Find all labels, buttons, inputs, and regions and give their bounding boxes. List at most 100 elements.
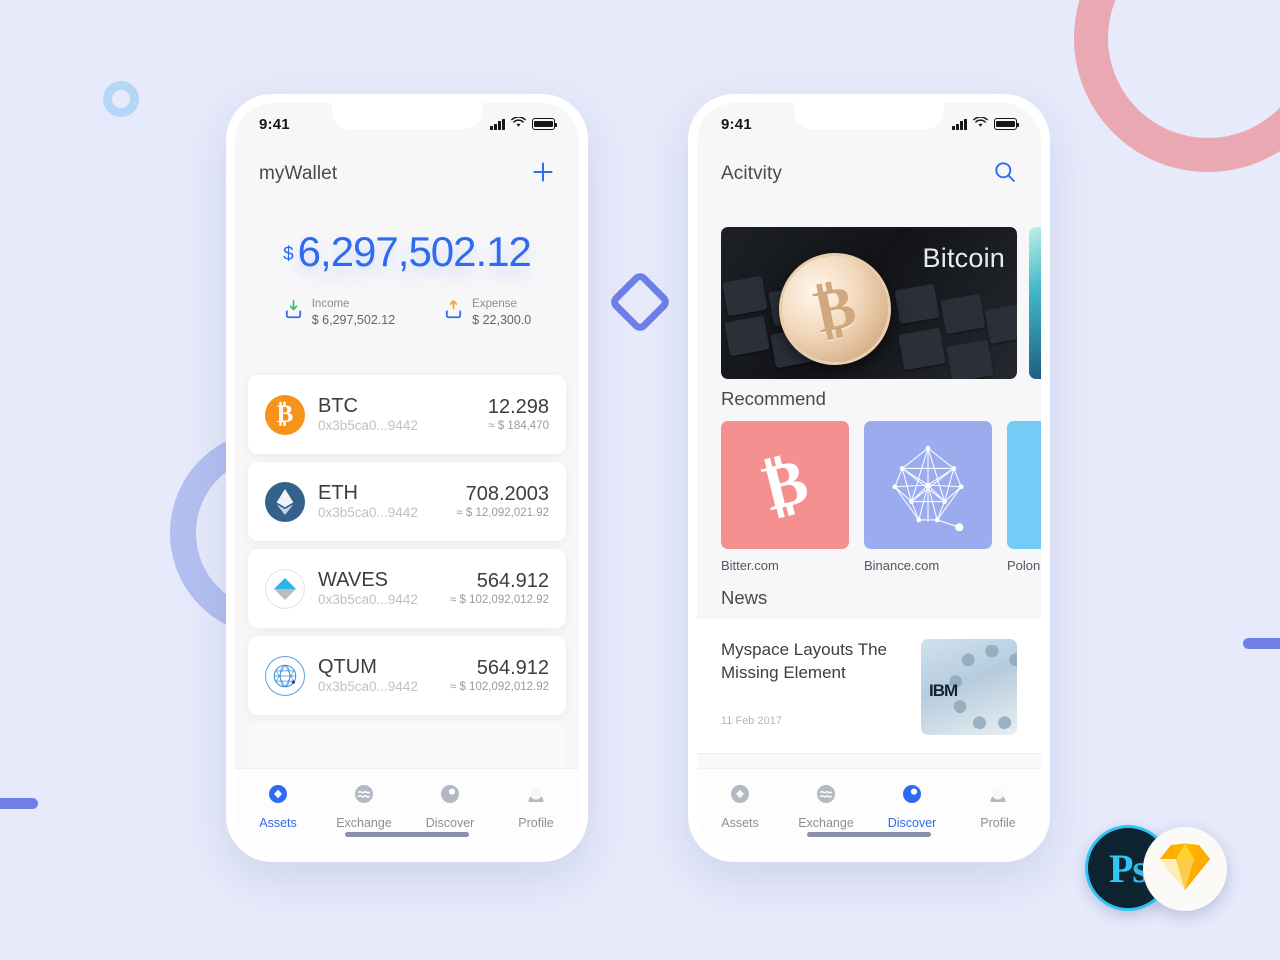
asset-fiat-value: ≈ $ 12,092,021.92 <box>456 506 549 519</box>
expense-texts: Expense $ 22,300.0 <box>472 297 531 328</box>
balance-amount: 6,297,502.12 <box>297 228 532 275</box>
keyboard-key <box>722 275 768 317</box>
tab-label: Profile <box>980 816 1016 830</box>
list-item[interactable]: Polonie <box>1007 421 1041 573</box>
balance-currency: $ <box>283 244 294 265</box>
tab-label: Discover <box>425 816 475 830</box>
news-date: 11 Feb 2017 <box>721 714 782 727</box>
balance-section: $ 6,297,502.12 Income $ 6,297,502.12 Exp… <box>235 231 579 328</box>
tab-label: Exchange <box>336 816 392 830</box>
asset-identity: ETH 0x3b5ca0...9442 <box>318 482 443 521</box>
ibm-logo-icon: IBM <box>929 681 958 700</box>
tab-exchange[interactable]: Exchange <box>783 783 869 830</box>
tab-exchange[interactable]: Exchange <box>321 783 407 830</box>
discover-app-bar: Acitvity <box>697 145 1041 203</box>
keyboard-key <box>946 339 994 379</box>
asset-address: 0x3b5ca0...9442 <box>318 591 418 607</box>
qtum-coin-icon <box>265 655 305 696</box>
software-badges: Ps <box>1085 825 1235 917</box>
tab-label: Discover <box>887 816 937 830</box>
asset-amount: 564.912 <box>476 570 549 593</box>
bottom-tab-bar: Assets Exchange Discover Profile <box>235 769 579 853</box>
expense-value: $ 22,300.0 <box>472 312 532 327</box>
asset-values: 12.298 ≈ $ 184,470 <box>488 396 549 433</box>
sketch-badge <box>1143 827 1227 911</box>
phone-mockup-discover: 9:41 Acitvity ₿ Bitcoin Recommend ₿ Bitt… <box>688 94 1050 862</box>
discover-screen: 9:41 Acitvity ₿ Bitcoin Recommend ₿ Bitt… <box>697 103 1041 853</box>
tab-label: Exchange <box>798 816 854 830</box>
sketch-diamond-icon <box>1158 842 1212 897</box>
signal-bars-icon <box>952 118 967 130</box>
asset-fiat-value: ≈ $ 102,092,012.92 <box>449 593 549 606</box>
asset-address: 0x3b5ca0...9442 <box>318 417 418 433</box>
banner-bitcoin[interactable]: ₿ Bitcoin <box>721 227 1017 379</box>
keyboard-key <box>898 327 946 371</box>
asset-amount: 564.912 <box>476 657 549 680</box>
tab-assets[interactable]: Assets <box>697 783 783 830</box>
asset-address: 0x3b5ca0...9442 <box>318 504 418 520</box>
phone-notch <box>332 103 482 129</box>
plus-icon[interactable] <box>531 160 555 189</box>
assets-icon <box>267 783 289 810</box>
phone-mockup-wallet: 9:41 myWallet $ 6,297,502.12 Income $ 6,… <box>226 94 588 862</box>
asset-fiat-value: ≈ $ 184,470 <box>488 419 549 432</box>
income-expense-row: Income $ 6,297,502.12 Expense $ 22,300.0 <box>235 297 579 328</box>
banner-carousel[interactable]: ₿ Bitcoin <box>697 227 1041 379</box>
income-texts: Income $ 6,297,502.12 <box>312 297 395 328</box>
asset-symbol: ETH <box>318 482 358 505</box>
recommend-list: ₿ Bitter.com Binance.com Polon <box>697 421 1041 573</box>
bottom-tab-bar: Assets Exchange Discover Profile <box>697 769 1041 853</box>
left-blue-bar-decoration <box>0 798 38 809</box>
battery-icon <box>994 118 1020 130</box>
bitcoin-symbol-icon: ₿ <box>721 421 849 549</box>
signal-bars-icon <box>490 118 505 130</box>
asset-list: ₿ BTC 0x3b5ca0...9442 12.298 ≈ $ 184,470 <box>235 375 579 810</box>
waves-coin-icon <box>265 568 305 609</box>
wifi-icon <box>511 115 526 133</box>
status-time: 9:41 <box>259 115 290 133</box>
page-title: Acitvity <box>721 163 782 184</box>
pink-ring-decoration <box>1074 0 1280 172</box>
asset-symbol: BTC <box>318 395 358 418</box>
canvas: 9:41 myWallet $ 6,297,502.12 Income $ 6,… <box>0 0 1280 960</box>
home-indicator[interactable] <box>807 832 931 837</box>
recommend-label: Binance.com <box>864 558 940 573</box>
asset-identity: QTUM 0x3b5ca0...9442 <box>318 656 437 695</box>
banner-next-preview[interactable] <box>1029 227 1041 379</box>
income-value: $ 6,297,502.12 <box>311 312 396 327</box>
list-item[interactable]: Binance.com <box>864 421 992 573</box>
news-texts: Myspace Layouts The Missing Element 11 F… <box>721 639 907 727</box>
news-headline: Myspace Layouts The Missing Element <box>721 640 887 682</box>
asset-values: 564.912 ≈ $ 102,092,012.92 <box>450 657 549 694</box>
asset-identity: BTC 0x3b5ca0...9442 <box>318 395 475 434</box>
wallet-app-bar: myWallet <box>235 145 579 203</box>
expense-label: Expense <box>472 298 517 310</box>
recommend-section-title: Recommend <box>721 388 826 409</box>
tab-discover[interactable]: Discover <box>869 783 955 830</box>
tab-profile[interactable]: Profile <box>955 783 1041 830</box>
tab-profile[interactable]: Profile <box>493 783 579 830</box>
right-blue-bar-decoration <box>1243 638 1280 649</box>
list-item[interactable]: Myspace Layouts The Missing Element 11 F… <box>697 619 1041 754</box>
income-label: Income <box>311 298 350 310</box>
profile-icon <box>525 783 547 810</box>
discover-icon <box>439 783 461 810</box>
expense-summary: Expense $ 22,300.0 <box>443 297 531 328</box>
asset-identity: WAVES 0x3b5ca0...9442 <box>318 569 437 608</box>
table-row[interactable]: QTUM 0x3b5ca0...9442 564.912 ≈ $ 102,092… <box>248 636 566 715</box>
thumb-ring-art <box>949 645 1017 731</box>
table-row[interactable]: ₿ BTC 0x3b5ca0...9442 12.298 ≈ $ 184,470 <box>248 375 566 454</box>
table-row[interactable]: ETH 0x3b5ca0...9442 708.2003 ≈ $ 12,092,… <box>248 462 566 541</box>
tab-label: Assets <box>259 816 297 830</box>
search-icon[interactable] <box>993 160 1017 189</box>
tab-assets[interactable]: Assets <box>235 783 321 830</box>
list-item[interactable]: ₿ Bitter.com <box>721 421 849 573</box>
ibm-article-thumbnail: IBM <box>921 639 1017 735</box>
home-indicator[interactable] <box>345 832 469 837</box>
asset-symbol: WAVES <box>318 569 389 592</box>
asset-fiat-value: ≈ $ 102,092,012.92 <box>449 680 549 693</box>
keyboard-key <box>984 303 1017 345</box>
tab-discover[interactable]: Discover <box>407 783 493 830</box>
wallet-screen: 9:41 myWallet $ 6,297,502.12 Income $ 6,… <box>235 103 579 853</box>
table-row[interactable]: WAVES 0x3b5ca0...9442 564.912 ≈ $ 102,09… <box>248 549 566 628</box>
